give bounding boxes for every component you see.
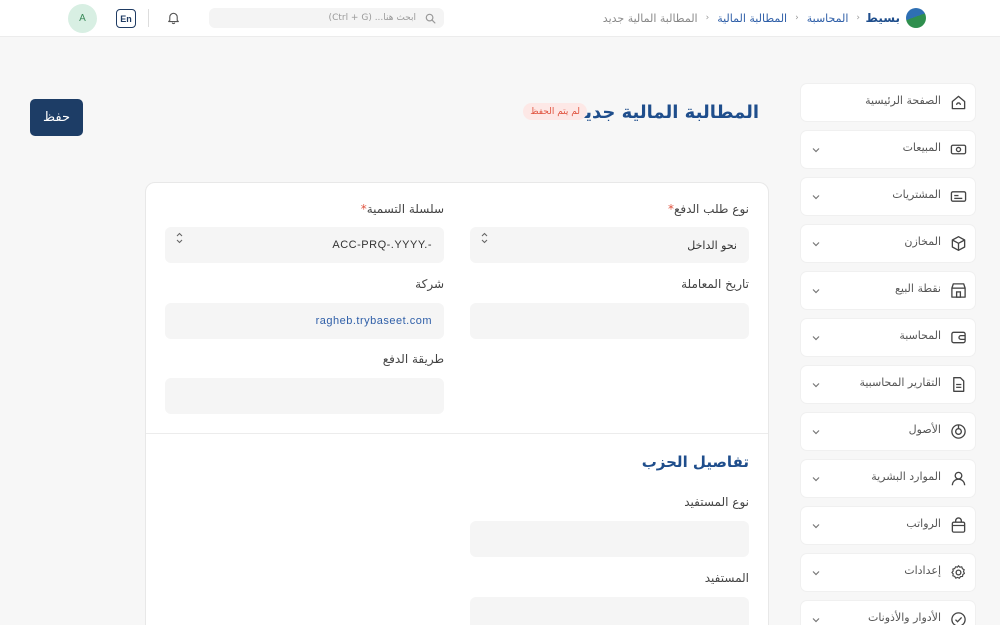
pie-icon: [949, 422, 967, 440]
naming-series-label: سلسلة التسمية*: [357, 202, 444, 216]
brand-logo[interactable]: بسيط: [866, 8, 926, 28]
sidebar-item-roles-permissions[interactable]: الأدوار والأذونات: [801, 601, 975, 625]
gear-icon: [949, 563, 967, 581]
chevron-down-icon: [811, 521, 821, 531]
wallet-icon: [949, 328, 967, 346]
sidebar-item-label: المخازن: [904, 235, 941, 248]
sidebar-item-settings[interactable]: إعدادات: [801, 554, 975, 591]
sidebar-item-label: الموارد البشرية: [871, 470, 941, 483]
sidebar: الصفحة الرئيسية المبيعات المشتريات المخا…: [801, 84, 975, 625]
transaction-date-label: تاريخ المعاملة: [681, 277, 749, 291]
payment-type-label-text: نوع طلب الدفع: [673, 202, 749, 216]
transaction-date-field[interactable]: [470, 303, 749, 339]
sidebar-item-warehouses[interactable]: المخازن: [801, 225, 975, 262]
save-button[interactable]: حفظ: [30, 99, 83, 136]
top-bar: بسيط ‹ المحاسبة ‹ المطالبة المالية ‹ الم…: [0, 0, 1000, 37]
search-icon: [424, 12, 436, 24]
breadcrumb-separator: ‹: [795, 13, 799, 23]
home-icon: [949, 93, 967, 111]
company-label: شركة: [415, 277, 444, 291]
chevron-down-icon: [811, 192, 821, 202]
select-arrows-icon: [480, 231, 488, 245]
chevron-down-icon: [811, 286, 821, 296]
chevron-down-icon: [811, 474, 821, 484]
page-title: المطالبة المالية جديد: [574, 102, 759, 123]
sidebar-item-hr[interactable]: الموارد البشرية: [801, 460, 975, 497]
user-avatar[interactable]: A: [68, 4, 97, 33]
section-divider: [146, 433, 768, 434]
party-type-field[interactable]: [470, 521, 749, 557]
chevron-down-icon: [811, 568, 821, 578]
card-icon: [949, 187, 967, 205]
breadcrumb-current: المطالبة المالية جديد: [602, 11, 698, 25]
payment-request-form: نوع طلب الدفع* نحو الداخل تاريخ المعاملة…: [145, 182, 769, 625]
notification-bell-icon[interactable]: [165, 10, 181, 26]
chevron-down-icon: [811, 239, 821, 249]
sidebar-item-label: نقطة البيع: [895, 282, 941, 295]
payment-method-field[interactable]: [165, 378, 444, 414]
breadcrumb-accounting[interactable]: المحاسبة: [807, 12, 849, 25]
party-details-section-title: تفاصيل الحزب: [641, 453, 749, 471]
store-icon: [949, 281, 967, 299]
top-bar-divider: [148, 9, 149, 27]
sidebar-item-label: المبيعات: [902, 141, 941, 154]
party-field[interactable]: [470, 597, 749, 625]
sidebar-item-label: الرواتب: [906, 517, 941, 530]
naming-series-select[interactable]: ACC-PRQ-.YYYY.-: [165, 227, 444, 263]
party-label: المستفيد: [704, 571, 749, 585]
user-icon: [949, 469, 967, 487]
breadcrumb-separator: ‹: [856, 13, 860, 23]
money-icon: [949, 140, 967, 158]
shield-check-icon: [949, 610, 967, 625]
brand-name: بسيط: [865, 11, 900, 25]
payment-type-label: نوع طلب الدفع*: [664, 202, 749, 216]
chevron-down-icon: [811, 380, 821, 390]
chevron-down-icon: [811, 333, 821, 343]
sidebar-item-assets[interactable]: الأصول: [801, 413, 975, 450]
chevron-down-icon: [811, 145, 821, 155]
naming-series-value: ACC-PRQ-.YYYY.-: [332, 239, 432, 251]
sidebar-item-purchases[interactable]: المشتريات: [801, 178, 975, 215]
bag-icon: [949, 516, 967, 534]
status-badge: لم يتم الحفظ: [523, 103, 587, 120]
language-toggle-button[interactable]: En: [116, 9, 136, 28]
sidebar-item-label: المحاسبة: [899, 329, 941, 342]
company-field[interactable]: ragheb.trybaseet.com: [165, 303, 444, 339]
party-type-label: نوع المستفيد: [684, 495, 749, 509]
sidebar-item-pos[interactable]: نقطة البيع: [801, 272, 975, 309]
sidebar-item-sales[interactable]: المبيعات: [801, 131, 975, 168]
search-placeholder: ابحث هنا... (Ctrl + G): [328, 13, 416, 23]
brand-logo-mark: [906, 8, 926, 28]
breadcrumb-separator: ‹: [705, 13, 710, 23]
payment-type-select[interactable]: نحو الداخل: [470, 227, 749, 263]
chevron-down-icon: [811, 615, 821, 625]
sidebar-item-label: إعدادات: [904, 564, 941, 577]
company-value[interactable]: ragheb.trybaseet.com: [177, 315, 432, 327]
payment-type-value: نحو الداخل: [687, 238, 737, 252]
sidebar-item-accounting-reports[interactable]: التقارير المحاسبية: [801, 366, 975, 403]
sidebar-item-label: الأدوار والأذونات: [867, 611, 941, 624]
sidebar-item-home[interactable]: الصفحة الرئيسية: [801, 84, 975, 121]
payment-method-label: طريقة الدفع: [382, 352, 444, 366]
sidebar-item-label: الصفحة الرئيسية: [865, 94, 941, 107]
sidebar-item-label: الأصول: [908, 423, 941, 436]
sidebar-item-label: التقارير المحاسبية: [859, 376, 941, 389]
box-icon: [949, 234, 967, 252]
breadcrumb: ‹ المحاسبة ‹ المطالبة المالية ‹ المطالبة…: [603, 10, 860, 26]
search-input[interactable]: ابحث هنا... (Ctrl + G): [209, 8, 444, 28]
breadcrumb-payment-request[interactable]: المطالبة المالية: [717, 12, 787, 25]
select-arrows-icon: [175, 231, 183, 245]
report-icon: [949, 375, 967, 393]
sidebar-item-payroll[interactable]: الرواتب: [801, 507, 975, 544]
sidebar-item-label: المشتريات: [892, 188, 941, 201]
sidebar-item-accounting[interactable]: المحاسبة: [801, 319, 975, 356]
chevron-down-icon: [811, 427, 821, 437]
naming-series-label-text: سلسلة التسمية: [366, 202, 444, 216]
